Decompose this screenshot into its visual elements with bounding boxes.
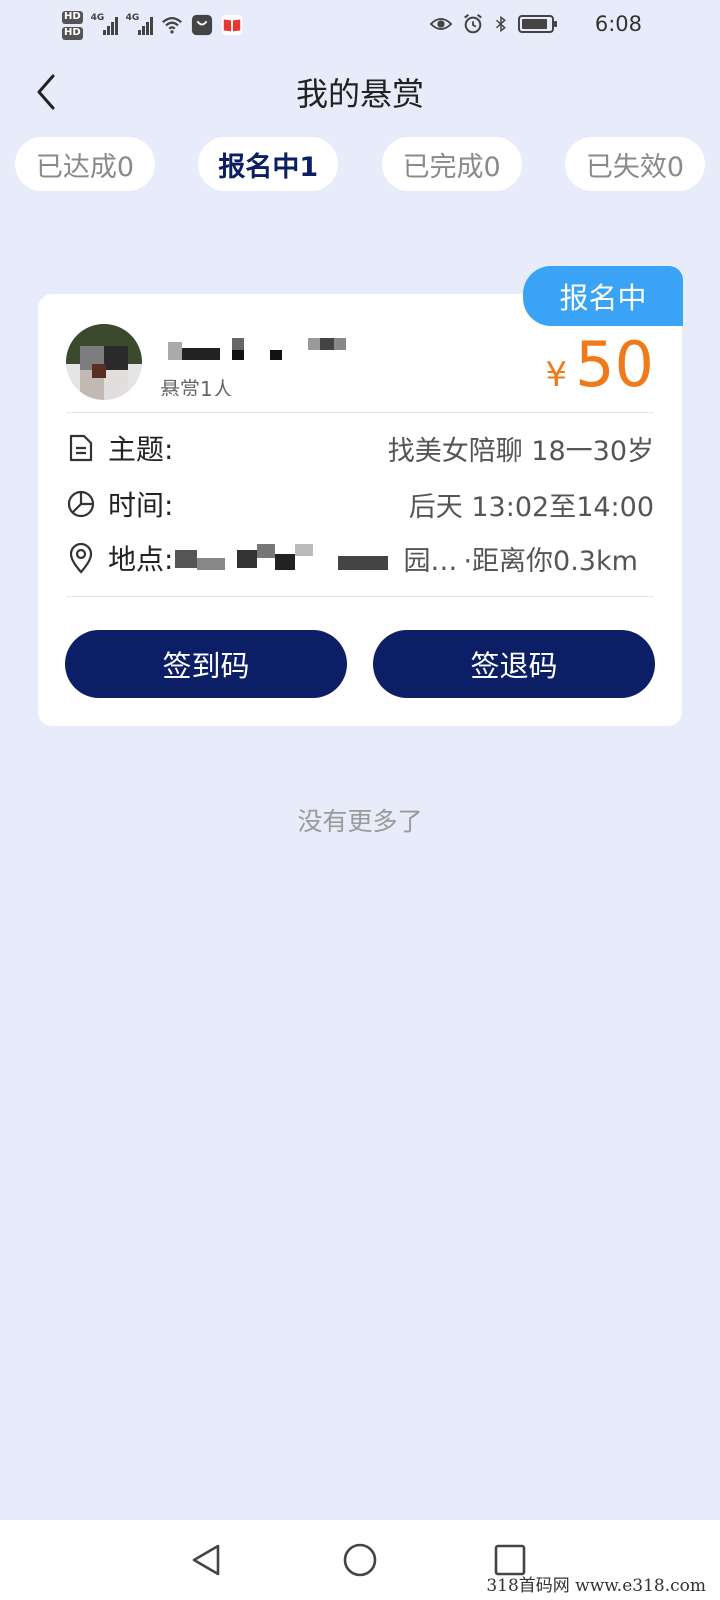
time-row: 时间: 后天 13:02至14:00 bbox=[66, 484, 654, 524]
location-pin-icon bbox=[66, 542, 96, 574]
hd-badge-2: HD bbox=[62, 26, 83, 40]
system-nav-bar: 318首码网 www.e318.com bbox=[0, 1520, 720, 1600]
distance-value: ·距离你0.3km bbox=[463, 545, 638, 577]
wifi-icon bbox=[161, 17, 182, 34]
checkin-code-button[interactable]: 签到码 bbox=[65, 630, 347, 698]
time-label: 时间: bbox=[108, 489, 174, 522]
username-redacted bbox=[168, 338, 408, 360]
status-badge: 报名中 bbox=[523, 266, 683, 326]
time-value: 后天 13:02至14:00 bbox=[408, 491, 654, 523]
circle-home-icon bbox=[343, 1543, 377, 1577]
status-time: 6:08 bbox=[594, 12, 642, 36]
tab-achieved[interactable]: 已达成0 bbox=[15, 137, 155, 191]
store-app-icon bbox=[191, 14, 212, 36]
end-of-list-text: 没有更多了 bbox=[297, 807, 423, 836]
page-title: 我的悬赏 bbox=[295, 75, 424, 113]
signal-icon-2: 4G bbox=[125, 13, 153, 35]
nav-home-button[interactable] bbox=[336, 1536, 384, 1584]
alarm-icon bbox=[464, 14, 482, 34]
status-bar: HD HD 4G 4G 6:08 bbox=[0, 0, 720, 48]
watermark: 318首码网 www.e318.com bbox=[486, 1576, 706, 1596]
checkout-code-button[interactable]: 签退码 bbox=[373, 630, 655, 698]
status-tabs: 已达成0 报名中1 已完成0 已失效0 bbox=[15, 137, 705, 191]
location-redacted bbox=[173, 544, 403, 572]
tab-completed[interactable]: 已完成0 bbox=[381, 137, 522, 191]
currency-symbol: ¥ bbox=[545, 355, 568, 395]
eye-icon bbox=[429, 18, 453, 30]
topic-row: 主题: 找美女陪聊 18一30岁 bbox=[66, 428, 654, 468]
location-label: 地点: bbox=[108, 543, 174, 576]
tab-registering[interactable]: 报名中1 bbox=[198, 137, 339, 191]
clock-icon bbox=[66, 489, 96, 519]
status-bar-right bbox=[428, 10, 557, 38]
topic-label: 主题: bbox=[108, 433, 174, 466]
document-icon bbox=[66, 433, 96, 463]
nav-back-button[interactable] bbox=[182, 1536, 230, 1584]
card-divider-bottom bbox=[66, 596, 654, 597]
network-type-2: 4G bbox=[125, 13, 140, 23]
battery-icon bbox=[518, 15, 557, 33]
reward-amount: ¥ 50 bbox=[545, 334, 654, 396]
tab-expired[interactable]: 已失效0 bbox=[564, 137, 705, 191]
signal-icon-1: 4G bbox=[90, 13, 118, 35]
network-type-1: 4G bbox=[90, 13, 105, 23]
location-row[interactable]: 地点: 园… ·距离你0.3km bbox=[66, 538, 654, 578]
card-divider-top bbox=[66, 412, 654, 413]
book-app-icon bbox=[221, 14, 242, 36]
top-app-bar: 我的悬赏 bbox=[0, 56, 720, 128]
bounty-count-label: 悬赏1人 bbox=[160, 378, 233, 396]
triangle-back-icon bbox=[192, 1544, 220, 1576]
hd-badge-1: HD bbox=[62, 10, 83, 24]
reward-value: 50 bbox=[575, 328, 654, 401]
hd-indicators: HD HD bbox=[62, 10, 83, 40]
bluetooth-icon bbox=[495, 15, 506, 33]
topic-value: 找美女陪聊 18一30岁 bbox=[387, 435, 654, 467]
status-bar-left: HD HD 4G 4G bbox=[62, 6, 243, 44]
bounty-card[interactable]: 报名中 悬赏1人 ¥ 50 主题: 找美女陪聊 18一30岁 时间: 后天 13… bbox=[38, 266, 683, 726]
avatar[interactable] bbox=[66, 324, 142, 400]
location-value: 园… bbox=[403, 545, 458, 577]
